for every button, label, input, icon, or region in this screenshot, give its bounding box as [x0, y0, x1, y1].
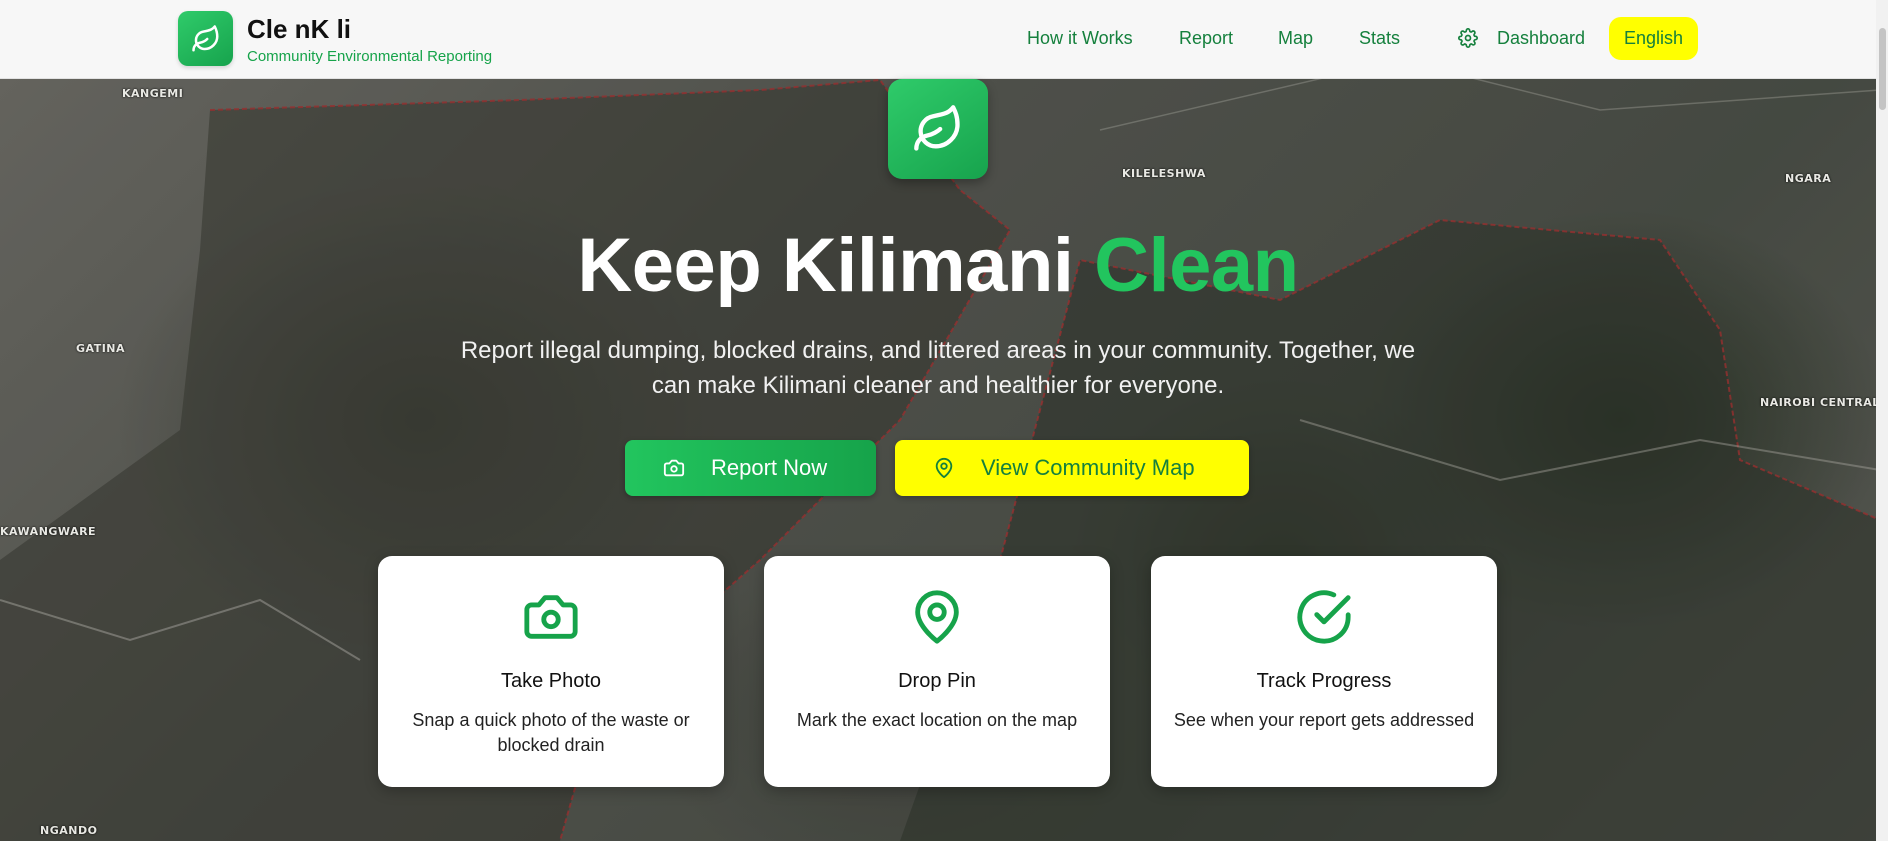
top-navbar: Cle nK li Community Environmental Report…: [0, 0, 1888, 79]
report-now-button[interactable]: Report Now: [625, 440, 876, 496]
feature-card-take-photo: Take Photo Snap a quick photo of the was…: [378, 556, 724, 787]
report-now-label: Report Now: [711, 455, 828, 480]
map-pin-icon: [915, 590, 959, 644]
nav-how-it-works[interactable]: How it Works: [1027, 28, 1133, 49]
nav-stats[interactable]: Stats: [1359, 28, 1400, 49]
view-community-map-button[interactable]: View Community Map: [895, 440, 1249, 496]
feature-title: Take Photo: [500, 670, 602, 692]
map-label-ngara: NGARA: [1785, 172, 1832, 185]
feature-description: Mark the exact location on the map: [796, 710, 1078, 730]
hero-title: Keep Kilimani Clean: [0, 222, 1876, 309]
feature-card-drop-pin: Drop Pin Mark the exact location on the …: [764, 556, 1110, 787]
brand-tagline: Community Environmental Reporting: [247, 48, 493, 65]
nav-dashboard[interactable]: Dashboard: [1497, 28, 1585, 49]
map-label-gatina: GATINA: [76, 342, 126, 355]
gear-icon[interactable]: [1458, 28, 1478, 48]
brand-name[interactable]: Cle nK li: [247, 14, 351, 45]
map-label-kileleshwa: KILELESHWA: [1122, 167, 1206, 180]
map-label-kawangware: KAWANGWARE: [0, 525, 97, 538]
feature-description: See when your report gets addressed: [1173, 710, 1475, 730]
leaf-icon: [191, 24, 218, 51]
hero-title-main: Keep Kilimani: [577, 223, 1074, 308]
leaf-icon: [914, 105, 960, 151]
hero-title-accent: Clean: [1094, 223, 1299, 308]
scrollbar-thumb[interactable]: [1879, 28, 1886, 110]
feature-title: Track Progress: [1256, 670, 1392, 692]
check-circle-icon: [1297, 590, 1351, 644]
map-label-nairobi-central: NAIROBI CENTRAL: [1760, 396, 1880, 409]
feature-card-track-progress: Track Progress See when your report gets…: [1151, 556, 1497, 787]
nav-report[interactable]: Report: [1179, 28, 1233, 49]
view-community-map-label: View Community Map: [981, 455, 1195, 480]
hero-logo: [888, 79, 988, 179]
brand-logo[interactable]: [178, 11, 233, 66]
scrollbar-track[interactable]: [1876, 0, 1888, 841]
camera-icon: [663, 457, 685, 479]
language-selector[interactable]: English: [1609, 17, 1698, 60]
map-label-ngando: NGANDO: [40, 824, 98, 837]
map-label-kangemi: KANGEMI: [122, 87, 184, 100]
feature-description: Snap a quick photo of the waste or block…: [412, 710, 690, 755]
camera-icon: [524, 595, 578, 639]
map-pin-icon: [933, 457, 955, 479]
nav-map[interactable]: Map: [1278, 28, 1313, 49]
hero-subtitle: Report illegal dumping, blocked drains, …: [460, 337, 1416, 399]
feature-title: Drop Pin: [898, 670, 976, 692]
